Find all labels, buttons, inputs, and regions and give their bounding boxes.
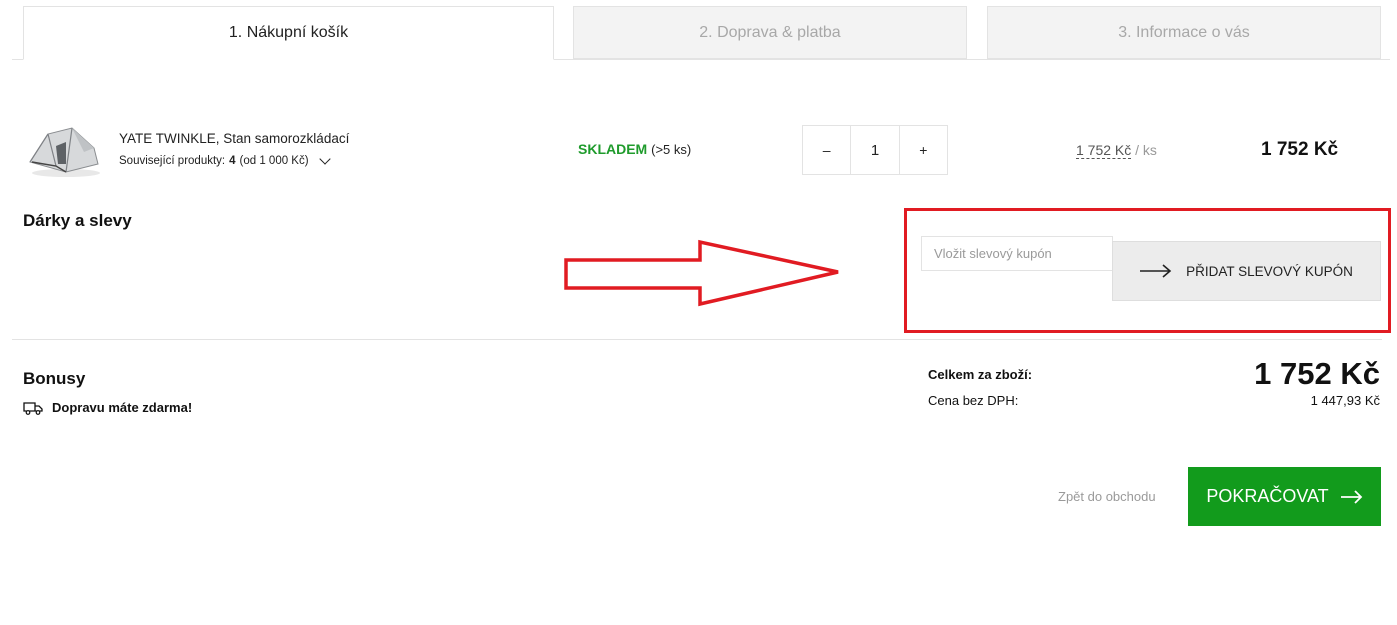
unit-price-value: 1 752 Kč bbox=[1076, 142, 1132, 159]
related-count: 4 bbox=[229, 155, 236, 167]
unit-price: 1 752 Kč / ks bbox=[1076, 142, 1157, 159]
annotation-arrow-icon bbox=[564, 239, 839, 307]
bonuses-heading: Bonusy bbox=[23, 369, 86, 388]
stock-quantity: (>5 ks) bbox=[651, 142, 692, 157]
section-divider bbox=[12, 339, 1382, 340]
continue-button[interactable]: POKRAČOVAT bbox=[1188, 467, 1381, 526]
net-price-label: Cena bez DPH: bbox=[928, 393, 1019, 408]
net-price-value: 1 447,93 Kč bbox=[1310, 393, 1380, 408]
qty-decrease-button[interactable]: – bbox=[803, 126, 850, 174]
add-coupon-button[interactable]: PŘIDAT SLEVOVÝ KUPÓN bbox=[1112, 241, 1381, 301]
arrow-right-icon bbox=[1340, 489, 1362, 504]
coupon-input[interactable] bbox=[921, 236, 1113, 271]
back-to-shop-link[interactable]: Zpět do obchodu bbox=[1058, 489, 1156, 504]
qty-increase-button[interactable]: + bbox=[900, 126, 947, 174]
product-name-link[interactable]: YATE TWINKLE, Stan samorozkládací bbox=[119, 131, 349, 146]
qty-input[interactable]: 1 bbox=[850, 126, 900, 174]
goods-total-label: Celkem za zboží: bbox=[928, 367, 1033, 382]
unit-suffix: / ks bbox=[1131, 142, 1157, 158]
related-products-toggle[interactable]: Související produkty: 4 (od 1 000 Kč) bbox=[119, 153, 331, 167]
free-shipping-note: Dopravu máte zdarma! bbox=[23, 400, 192, 415]
gifts-discounts-heading: Dárky a slevy bbox=[23, 211, 132, 230]
tab-customer-info[interactable]: 3. Informace o vás bbox=[987, 6, 1381, 59]
arrow-right-icon bbox=[1140, 264, 1172, 278]
goods-total-value: 1 752 Kč bbox=[1254, 356, 1380, 391]
add-coupon-label: PŘIDAT SLEVOVÝ KUPÓN bbox=[1186, 263, 1353, 279]
free-shipping-text: Dopravu máte zdarma! bbox=[52, 400, 193, 415]
product-image-tent[interactable] bbox=[26, 118, 104, 184]
stock-status: SKLADEM bbox=[578, 141, 648, 157]
related-price-from: (od 1 000 Kč) bbox=[239, 155, 309, 167]
stock-availability: SKLADEM (>5 ks) bbox=[578, 141, 691, 157]
continue-label: POKRAČOVAT bbox=[1206, 486, 1329, 506]
quantity-stepper: – 1 + bbox=[802, 125, 948, 175]
line-total-price: 1 752 Kč bbox=[1261, 139, 1339, 160]
chevron-down-icon bbox=[318, 153, 331, 165]
tab-shipping-payment[interactable]: 2. Doprava & platba bbox=[573, 6, 967, 59]
related-label: Související produkty: bbox=[119, 155, 226, 167]
tab-cart[interactable]: 1. Nákupní košík bbox=[23, 6, 554, 60]
truck-icon bbox=[23, 401, 43, 415]
